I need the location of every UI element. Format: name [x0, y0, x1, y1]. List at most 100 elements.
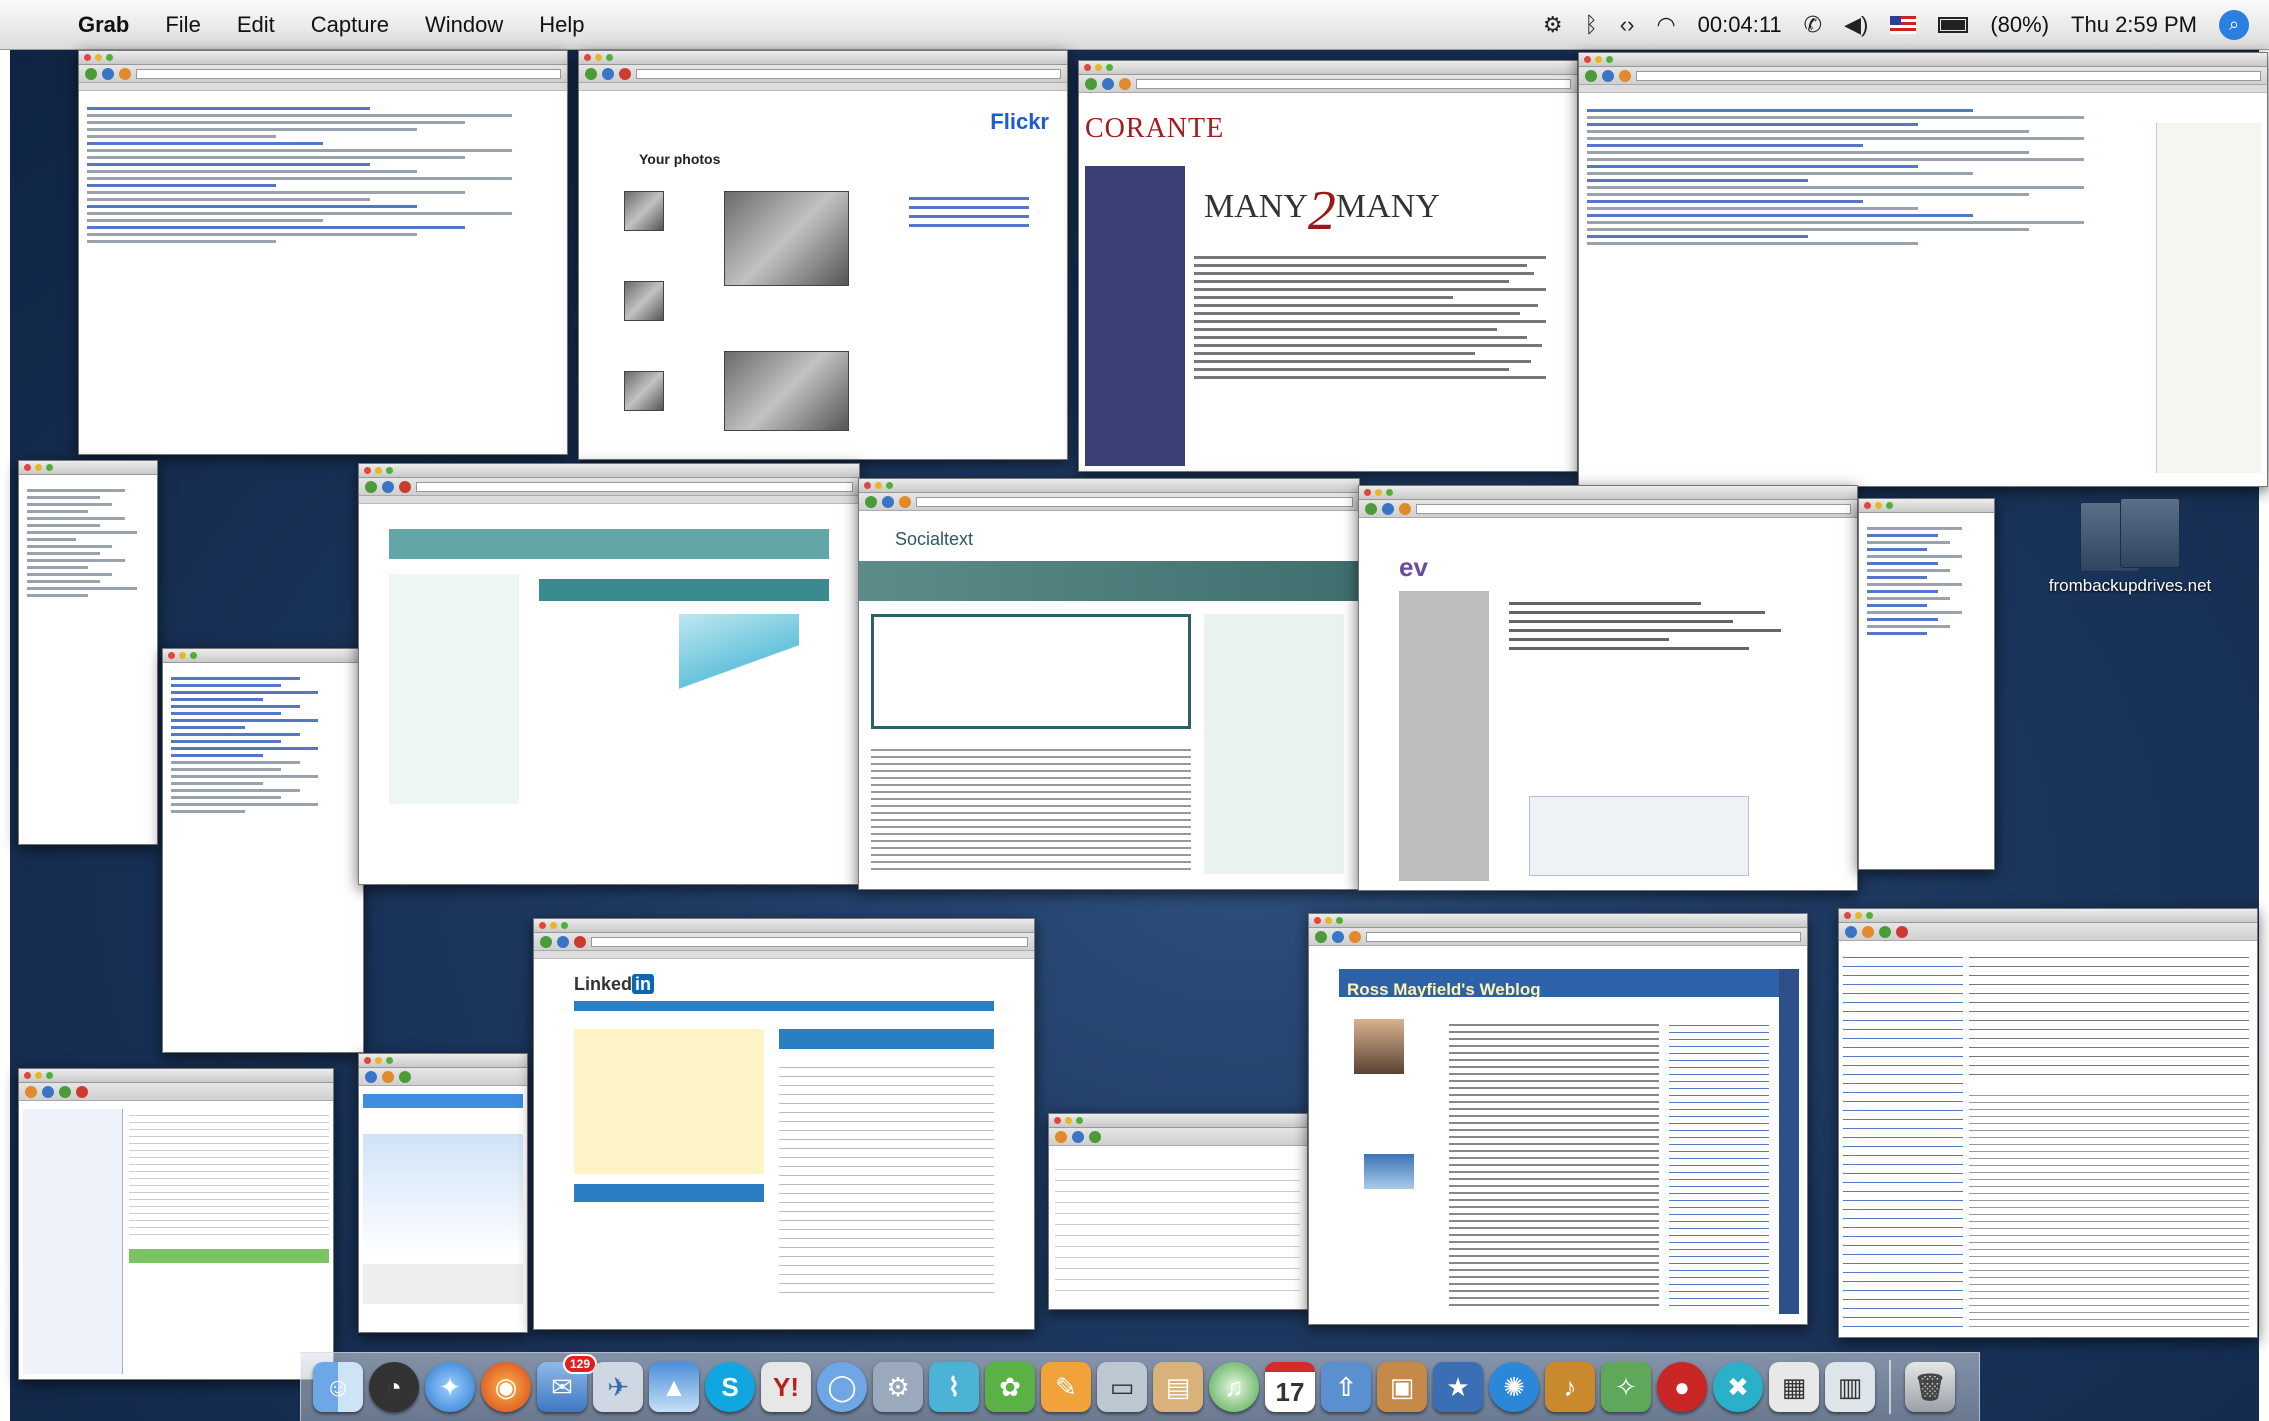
linkedin-network-box — [574, 1184, 764, 1202]
window-spreadsheet[interactable] — [18, 1068, 334, 1380]
mail-app-icon[interactable]: ✉ 129 — [537, 1354, 597, 1412]
window-ross-mayfield-weblog[interactable]: Ross Mayfield's Weblog — [1308, 913, 1808, 1325]
system-prefs-icon[interactable]: ⚙ — [873, 1362, 923, 1412]
desktop-folder-icon[interactable]: frombackupdrives.net — [2035, 498, 2225, 596]
trash-icon[interactable]: 🗑 — [1905, 1362, 1955, 1412]
window-link-list[interactable] — [162, 648, 364, 1053]
mail-unread-badge: 129 — [562, 1354, 597, 1374]
mail-preview — [1969, 1089, 2249, 1329]
battery-percent[interactable]: (80%) — [1990, 12, 2049, 38]
window-small-table[interactable] — [1048, 1113, 1308, 1310]
photo-stack-icon[interactable]: ▣ — [1377, 1362, 1427, 1412]
window-wiki-page[interactable] — [1578, 52, 2268, 487]
salesforce-left-col — [389, 574, 519, 804]
itunes-icon[interactable]: ♫ — [1209, 1362, 1259, 1412]
safari-icon[interactable]: ✦ — [425, 1362, 475, 1412]
window-ev-blog-editor[interactable]: ev — [1358, 485, 1858, 891]
wiki-right-sidebar — [2156, 123, 2261, 473]
aim-body — [363, 1134, 523, 1254]
mail-list — [1969, 949, 2249, 1079]
map-icon[interactable]: ✧ — [1601, 1362, 1651, 1412]
monitor-icon[interactable]: ▭ — [1097, 1362, 1147, 1412]
menu-window[interactable]: Window — [407, 12, 521, 38]
linkedin-left-box — [574, 1029, 764, 1174]
timer-readout[interactable]: 00:04:11 — [1698, 12, 1782, 38]
weblog-photo — [1354, 1019, 1404, 1074]
spreadsheet-green-bar — [129, 1249, 329, 1263]
us-flag-input-icon[interactable] — [1890, 15, 1917, 34]
socialtext-banner — [859, 561, 1359, 601]
linkedin-nav — [574, 1001, 994, 1011]
x-app-icon[interactable]: ✖ — [1713, 1362, 1763, 1412]
upload-icon[interactable]: ⇧ — [1321, 1362, 1371, 1412]
socialtext-sidebar — [1204, 614, 1344, 874]
terminal-icon[interactable]: ▦ — [1769, 1362, 1819, 1412]
ichat-icon[interactable]: ✈ — [593, 1362, 643, 1412]
desktop-folder-label: frombackupdrives.net — [2048, 576, 2212, 595]
weblog-sidebar — [1669, 1019, 1769, 1309]
aim-input — [363, 1264, 523, 1304]
menu-edit[interactable]: Edit — [219, 12, 293, 38]
flickr-photo-main — [724, 351, 849, 431]
menu-file[interactable]: File — [147, 12, 218, 38]
menu-app-grab[interactable]: Grab — [60, 12, 147, 38]
notebook-icon[interactable]: ▤ — [1153, 1362, 1203, 1412]
ev-diagram — [1529, 796, 1749, 876]
menu-help[interactable]: Help — [521, 12, 602, 38]
green-leaf-icon[interactable]: ✿ — [985, 1362, 1035, 1412]
socialtext-logo: Socialtext — [895, 529, 974, 549]
flickr-photo-thumb — [624, 371, 664, 411]
spreadsheet-grid — [129, 1109, 329, 1239]
spreadsheet-sidebar — [23, 1109, 123, 1374]
dock: ☺ ◔ ✦ ◉ ✉ 129 ✈ ▲ S Y! ◯ ⚙ ⌇ ✿ ✎ ▭ ▤ ♫ 17… — [300, 1352, 1980, 1421]
weblog-image — [1364, 1154, 1414, 1189]
calendar-day: 17 — [1275, 1376, 1305, 1407]
pen-icon[interactable]: ✎ — [1041, 1362, 1091, 1412]
window-corante-many2many[interactable]: CORANTE MANY2MANY — [1078, 60, 1578, 472]
battery-icon[interactable] — [1938, 16, 1969, 33]
calendar-icon[interactable]: 17 — [1265, 1362, 1315, 1412]
imovie-icon[interactable]: ★ — [1433, 1362, 1483, 1412]
window-flickr[interactable]: Flickr Your photos — [578, 50, 1068, 460]
bluetooth-icon[interactable]: ᛒ — [1585, 12, 1598, 38]
sync-arrows-icon[interactable]: ‹› — [1620, 12, 1635, 38]
window-app-icon[interactable]: ▥ — [1825, 1362, 1875, 1412]
phone-icon[interactable]: ✆ — [1804, 12, 1822, 38]
aim-header — [363, 1094, 523, 1108]
menu-capture[interactable]: Capture — [293, 12, 407, 38]
chat-bubble-icon[interactable]: ◯ — [817, 1362, 867, 1412]
flickr-logo: Flickr — [990, 109, 1049, 134]
table-grid — [1055, 1159, 1300, 1299]
corante-logo: CORANTE — [1085, 113, 1225, 144]
spotlight-search-icon[interactable]: ⌕ — [2219, 9, 2249, 40]
weblog-right-border — [1779, 969, 1799, 1314]
window-salesforce[interactable] — [358, 463, 860, 885]
network-icon[interactable]: ✺ — [1489, 1362, 1539, 1412]
photo-viewer-icon[interactable]: ▲ — [649, 1362, 699, 1412]
window-mail[interactable] — [1838, 908, 2258, 1338]
window-buddy-list[interactable] — [1858, 498, 1995, 870]
firefox-icon[interactable]: ◉ — [481, 1362, 531, 1412]
finder-icon[interactable]: ☺ — [313, 1362, 363, 1412]
garageband-icon[interactable]: ♪ — [1545, 1362, 1595, 1412]
script-menu-icon[interactable]: ⚙ — [1543, 12, 1563, 38]
desktop: Flickr Your photos CORANTE MANY2MANY Soc… — [10, 50, 2268, 1421]
record-icon[interactable]: ● — [1657, 1362, 1707, 1412]
skype-icon[interactable]: S — [705, 1362, 755, 1412]
mail-sidebar — [1843, 949, 1963, 1329]
window-finder-tree[interactable] — [18, 460, 158, 845]
wifi-icon[interactable]: ◠ — [1656, 12, 1675, 38]
salesforce-chart — [679, 614, 799, 694]
menu-clock[interactable]: Thu 2:59 PM — [2071, 12, 2197, 38]
volume-icon[interactable]: ◀) — [1844, 12, 1868, 38]
window-wiki-editor[interactable] — [78, 50, 568, 455]
dashboard-icon[interactable]: ◔ — [369, 1362, 419, 1412]
flickr-photo-thumb — [624, 281, 664, 321]
socialtext-box — [871, 614, 1191, 729]
window-aim-chat[interactable] — [358, 1053, 528, 1333]
window-socialtext[interactable]: Socialtext — [858, 478, 1360, 890]
linkedin-right-box — [779, 1029, 994, 1049]
yahoo-icon[interactable]: Y! — [761, 1362, 811, 1412]
paper-icon[interactable]: ⌇ — [929, 1362, 979, 1412]
window-linkedin[interactable]: Linked in — [533, 918, 1035, 1330]
